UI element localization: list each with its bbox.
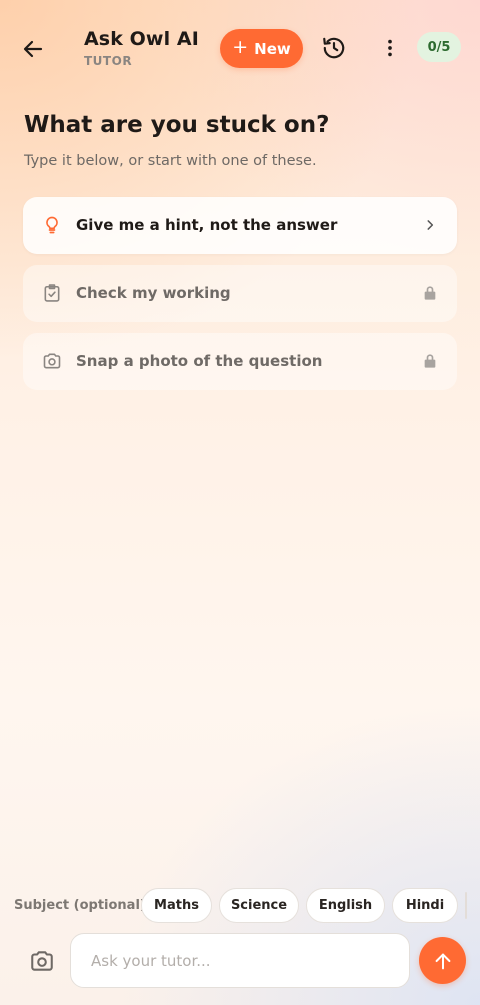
ask-input[interactable] (70, 933, 410, 988)
app-title: Ask Owl AI (84, 28, 199, 50)
plus-icon: + (232, 36, 249, 58)
title-block: Ask Owl AI TUTOR (84, 28, 199, 68)
send-button[interactable] (419, 937, 466, 984)
camera-icon (31, 951, 53, 971)
new-button-label: New (254, 39, 291, 58)
lightbulb-icon (41, 214, 63, 236)
subject-label: Subject (optional) (14, 898, 146, 913)
page-heading: What are you stuck on? (24, 112, 330, 138)
arrow-left-icon (23, 40, 43, 58)
chevron-right-icon (421, 216, 439, 234)
history-icon (323, 37, 345, 59)
clipboard-check-icon (41, 282, 63, 304)
arrow-up-icon (435, 953, 450, 969)
more-options-button[interactable] (373, 31, 407, 65)
subject-chip-maths[interactable]: Maths (141, 888, 212, 923)
suggestion-snap-photo[interactable]: Snap a photo of the question (23, 333, 457, 390)
camera-button[interactable] (24, 943, 60, 979)
subject-selector: Subject (optional) Maths Science English… (0, 888, 480, 924)
new-chat-button[interactable]: + New (220, 29, 303, 68)
suggestion-hint[interactable]: Give me a hint, not the answer (23, 197, 457, 254)
history-button[interactable] (317, 31, 351, 65)
app-subtitle: TUTOR (84, 54, 133, 68)
lock-icon (421, 284, 439, 302)
lock-icon (421, 352, 439, 370)
suggestion-label: Snap a photo of the question (76, 352, 323, 370)
suggestion-label: Give me a hint, not the answer (76, 216, 338, 234)
camera-icon (41, 350, 63, 372)
suggestion-check-working[interactable]: Check my working (23, 265, 457, 322)
subject-chip-hindi[interactable]: Hindi (392, 888, 458, 923)
subject-chip-english[interactable]: English (306, 888, 385, 923)
suggestion-label: Check my working (76, 284, 231, 302)
back-button[interactable] (14, 30, 52, 68)
scroll-edge (465, 892, 467, 919)
more-vertical-icon (388, 39, 392, 57)
quota-badge: 0/5 (417, 32, 461, 62)
page-subheading: Type it below, or start with one of thes… (24, 153, 317, 169)
subject-chip-science[interactable]: Science (219, 888, 299, 923)
app-header: Ask Owl AI TUTOR + New 0/5 (0, 0, 480, 96)
